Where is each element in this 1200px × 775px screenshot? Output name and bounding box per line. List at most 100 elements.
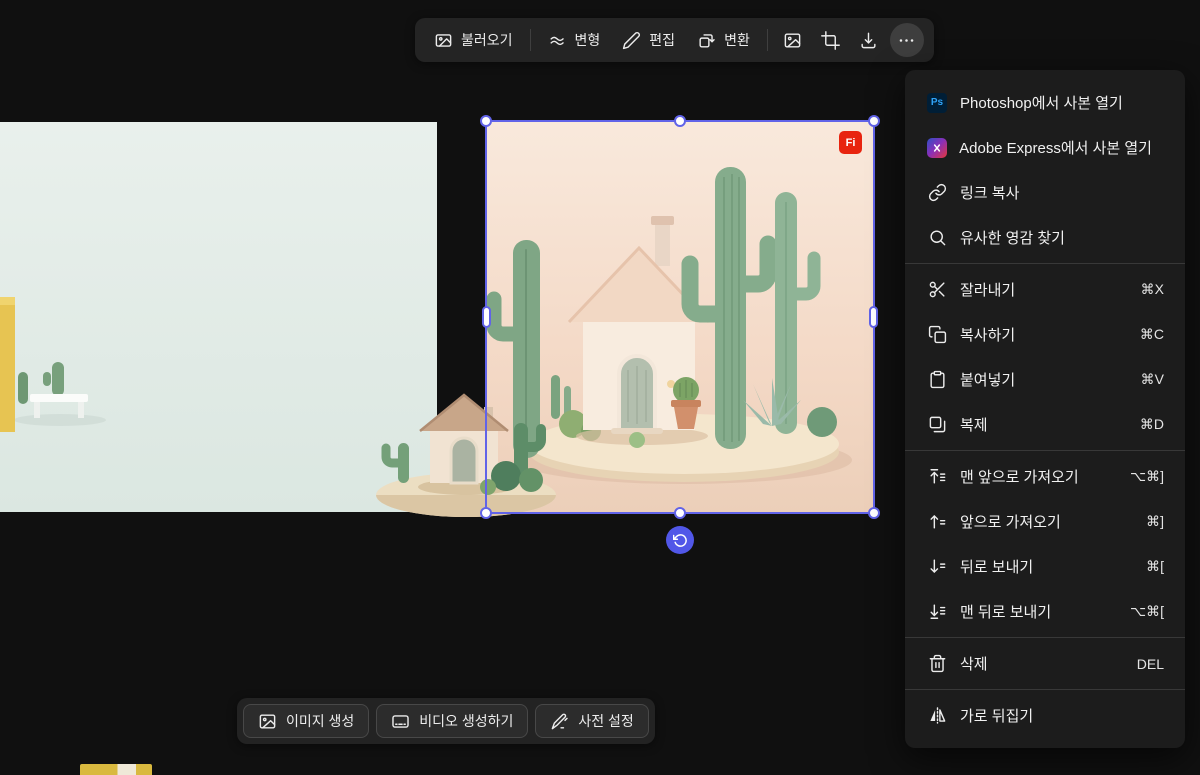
rotate-ccw-icon [673,533,688,548]
ellipsis-icon [897,31,916,50]
waves-icon [548,31,567,50]
menu-item-find-similar[interactable]: 유사한 영감 찾기 [905,215,1185,260]
clipboard-icon [928,370,947,389]
menu-item-paste[interactable]: 붙여넣기 ⌘V [905,357,1185,402]
selection-handle-top-left[interactable] [480,115,492,127]
menu-item-label: Adobe Express에서 사본 열기 [959,137,1152,158]
more-options-button[interactable] [890,23,924,57]
menu-divider [905,263,1185,264]
menu-item-copy[interactable]: 복사하기 ⌘C [905,312,1185,357]
rotate-button[interactable] [666,526,694,554]
menu-item-copy-link[interactable]: 링크 복사 [905,170,1185,215]
menu-item-label: 유사한 영감 찾기 [960,227,1152,248]
trash-icon [928,654,947,673]
generate-image-button[interactable]: 이미지 생성 [243,704,369,738]
presets-label: 사전 설정 [578,711,633,731]
menu-item-label: 맨 앞으로 가져오기 [960,466,1118,487]
toolbar-divider [767,29,768,51]
bottom-toolbar: 이미지 생성 비디오 생성하기 사전 설정 [237,698,655,744]
menu-item-label: 앞으로 가져오기 [960,511,1134,532]
menu-item-label: 가로 뒤집기 [960,705,1152,726]
menu-item-label: 삭제 [960,653,1125,674]
menu-item-shortcut: ⌘V [1141,371,1164,388]
generate-image-label: 이미지 생성 [286,711,354,731]
scissors-icon [928,280,947,299]
selection-handle-left-center[interactable] [482,306,491,328]
duplicate-icon [928,415,947,434]
send-backward-icon [928,557,947,576]
menu-item-shortcut: DEL [1137,656,1164,672]
convert-button[interactable]: 변환 [686,22,761,58]
import-image-icon [434,31,453,50]
menu-item-bring-to-front[interactable]: 맨 앞으로 가져오기 ⌥⌘] [905,454,1185,499]
menu-item-cut[interactable]: 잘라내기 ⌘X [905,267,1185,312]
menu-item-label: 뒤로 보내기 [960,556,1134,577]
selection-handle-right-center[interactable] [869,306,878,328]
menu-item-open-copy-in-adobe-express[interactable]: Adobe Express에서 사본 열기 [905,125,1185,170]
menu-item-label: 잘라내기 [960,279,1129,300]
firefly-badge: Fi [839,131,862,154]
bring-to-front-icon [928,467,947,486]
menu-item-flip-horizontal[interactable]: 가로 뒤집기 [905,693,1185,738]
edit-label: 편집 [649,30,675,50]
menu-item-open-copy-in-photoshop[interactable]: Ps Photoshop에서 사본 열기 [905,80,1185,125]
menu-item-bring-forward[interactable]: 앞으로 가져오기 ⌘] [905,499,1185,544]
menu-item-duplicate[interactable]: 복제 ⌘D [905,402,1185,447]
menu-item-shortcut: ⌘C [1140,326,1164,343]
menu-item-shortcut: ⌘[ [1146,558,1164,575]
search-icon [928,228,947,247]
bring-forward-icon [928,512,947,531]
image-tool-button[interactable] [776,23,810,57]
menu-item-label: 복제 [960,414,1128,435]
menu-item-shortcut: ⌥⌘[ [1130,603,1164,620]
menu-item-send-backward[interactable]: 뒤로 보내기 ⌘[ [905,544,1185,589]
crop-button[interactable] [814,23,848,57]
presets-icon [550,712,569,731]
menu-item-label: Photoshop에서 사본 열기 [960,92,1152,113]
menu-divider [905,450,1185,451]
selection-handle-bottom-right[interactable] [868,507,880,519]
menu-item-label: 링크 복사 [960,182,1152,203]
canvas-image-bottom-edge[interactable] [80,764,152,775]
menu-item-shortcut: ⌘X [1141,281,1164,298]
transform-icon [697,31,716,50]
generate-video-label: 비디오 생성하기 [419,711,513,731]
download-button[interactable] [852,23,886,57]
canvas[interactable]: 불러오기 변형 편집 변환 [0,0,1200,775]
generate-image-icon [258,712,277,731]
pencil-icon [622,31,641,50]
menu-item-send-to-back[interactable]: 맨 뒤로 보내기 ⌥⌘[ [905,589,1185,634]
send-to-back-icon [928,602,947,621]
selection-handle-bottom-left[interactable] [480,507,492,519]
convert-label: 변환 [724,30,750,50]
photoshop-icon: Ps [927,93,947,113]
generate-video-icon [391,712,410,731]
selection-handle-bottom-center[interactable] [674,507,686,519]
adobe-express-icon [927,138,947,158]
canvas-image-cutout-house[interactable] [368,383,565,520]
variation-label: 변형 [575,30,601,50]
selection-handle-top-right[interactable] [868,115,880,127]
presets-button[interactable]: 사전 설정 [535,704,648,738]
menu-item-shortcut: ⌥⌘] [1130,468,1164,485]
selection-handle-top-center[interactable] [674,115,686,127]
copy-icon [928,325,947,344]
menu-item-delete[interactable]: 삭제 DEL [905,641,1185,686]
menu-item-label: 붙여넣기 [960,369,1129,390]
menu-item-shortcut: ⌘] [1146,513,1164,530]
import-button[interactable]: 불러오기 [423,22,524,58]
menu-item-label: 맨 뒤로 보내기 [960,601,1118,622]
small-house-illustration [368,383,565,520]
top-toolbar: 불러오기 변형 편집 변환 [415,18,934,62]
link-icon [928,183,947,202]
download-icon [859,31,878,50]
context-menu: Ps Photoshop에서 사본 열기 Adobe Express에서 사본 … [905,70,1185,748]
edit-button[interactable]: 편집 [611,22,686,58]
flip-horizontal-icon [928,706,947,725]
menu-item-shortcut: ⌘D [1140,416,1164,433]
toolbar-divider [530,29,531,51]
generate-video-button[interactable]: 비디오 생성하기 [376,704,528,738]
import-label: 불러오기 [461,30,513,50]
menu-item-label: 복사하기 [960,324,1128,345]
variation-button[interactable]: 변형 [537,22,612,58]
